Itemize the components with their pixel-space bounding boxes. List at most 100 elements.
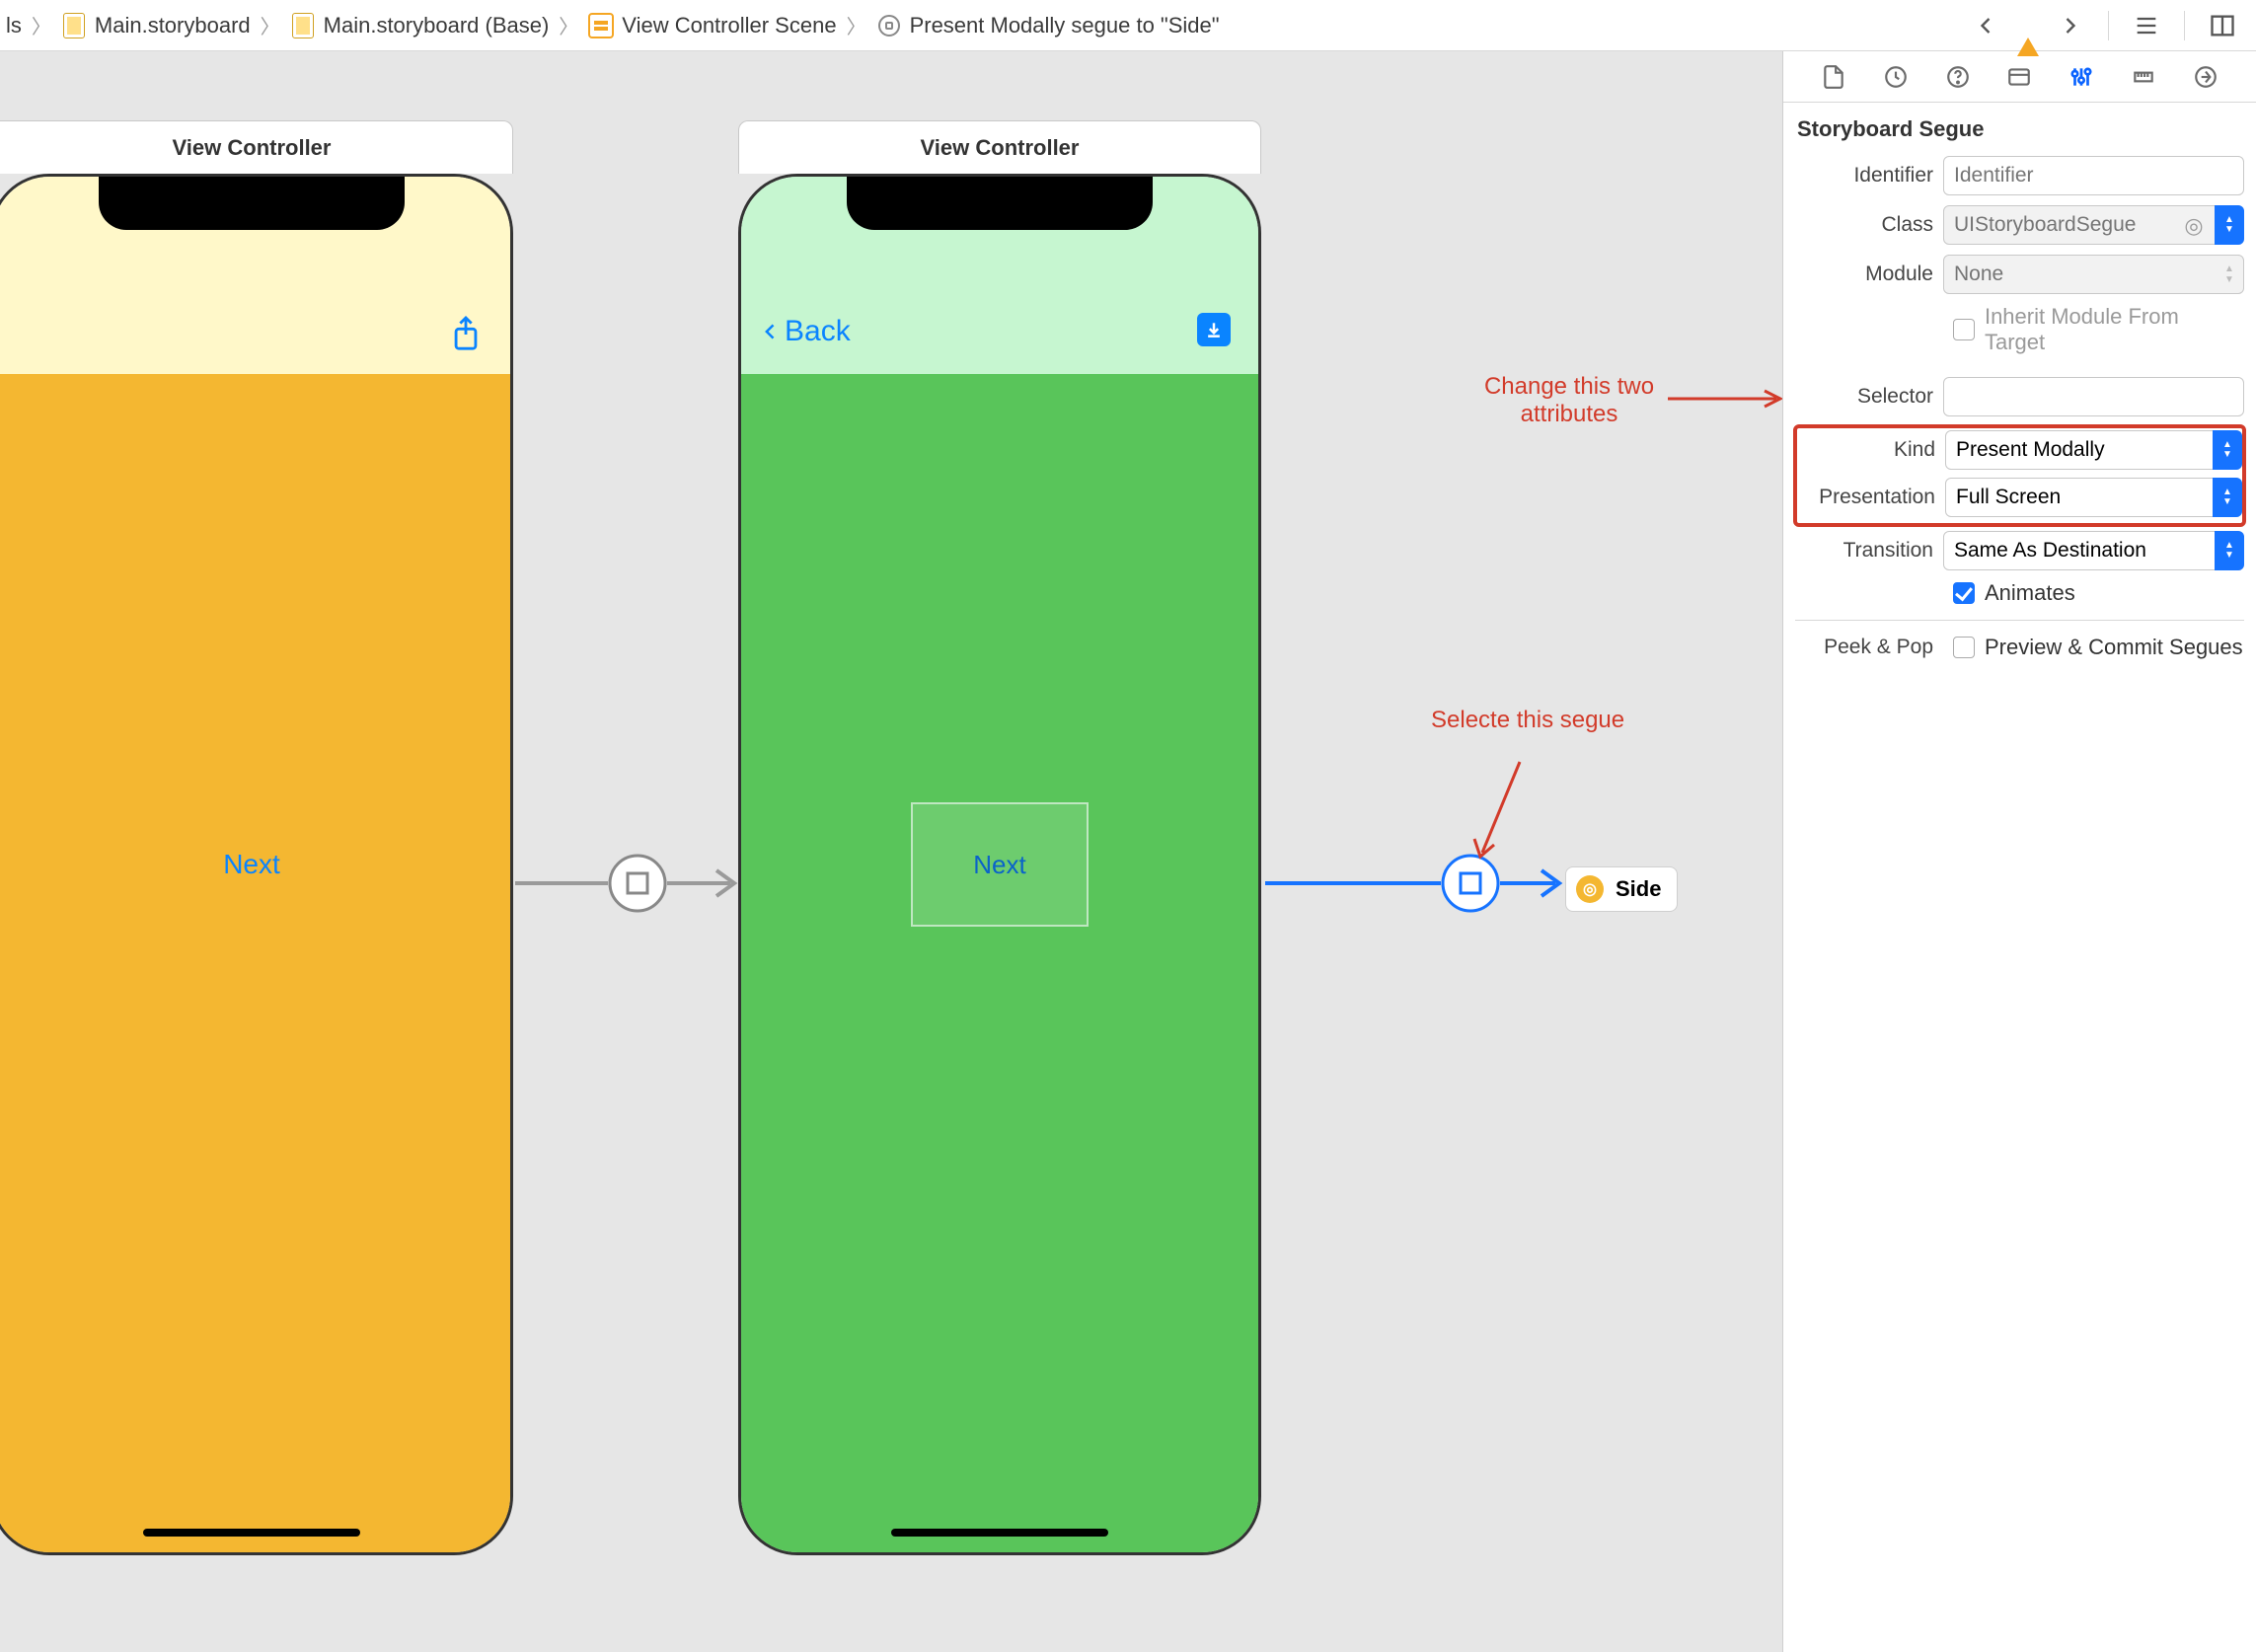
view-body [741,374,1258,1552]
animates-row: Animates [1795,580,2244,606]
animates-label: Animates [1985,580,2075,606]
history-inspector-tab[interactable] [1878,59,1914,95]
device-notch [847,177,1153,230]
selector-label: Selector [1795,385,1943,409]
kind-row: Kind Present Modally [1797,430,2242,470]
scene-view-controller-2[interactable]: View Controller Back [738,120,1261,1555]
inherit-module-row: Inherit Module From Target [1795,304,2244,355]
section-title: Storyboard Segue [1795,111,2244,156]
back-button-label: Back [785,315,851,348]
identifier-input[interactable] [1943,156,2244,195]
chevron-right-icon [845,11,868,39]
presentation-row: Presentation Full Screen [1797,478,2242,517]
presentation-select[interactable]: Full Screen [1945,478,2242,517]
toolbar-right-group [1944,8,2256,43]
inherit-module-label: Inherit Module From Target [1985,304,2244,355]
breadcrumb-label: Present Modally segue to "Side" [910,13,1220,38]
class-label: Class [1795,213,1943,237]
inspector-panel: Storyboard Segue Identifier Class ◎ Modu… [1782,51,2256,1652]
transition-row: Transition Same As Destination [1795,531,2244,570]
nav-forward-button[interactable] [2053,8,2088,43]
inspector-body: Storyboard Segue Identifier Class ◎ Modu… [1783,103,2256,1652]
breadcrumb-item[interactable]: Main.storyboard (Base) [288,9,552,42]
download-icon[interactable] [1197,313,1231,346]
file-inspector-tab[interactable] [1816,59,1851,95]
storyboard-file-icon [61,13,87,38]
warning-icon[interactable] [2017,13,2039,38]
chevron-right-icon [30,11,53,39]
back-button[interactable]: Back [761,315,851,348]
storyboard-ref-icon: ◎ [1576,875,1604,903]
size-inspector-tab[interactable] [2126,59,2161,95]
breadcrumb-label: Main.storyboard [95,13,251,38]
identity-inspector-tab[interactable] [2001,59,2037,95]
kind-select[interactable]: Present Modally [1945,430,2242,470]
storyboard-reference-side[interactable]: ◎ Side [1565,866,1678,912]
assistant-editor-button[interactable] [2205,8,2240,43]
chevron-right-icon [259,11,282,39]
device-frame: Next [0,174,513,1555]
scene-title-bar[interactable]: View Controller [738,120,1261,174]
annotation-text: Selecte this segue [1431,707,1624,734]
divider [2184,11,2185,40]
inspector-tab-bar [1783,51,2256,103]
storyboard-ref-label: Side [1616,876,1661,902]
scene-title-label: View Controller [173,135,332,161]
annotation-line: Change this two [1470,373,1668,401]
presentation-label: Presentation [1797,486,1945,509]
module-label: Module [1795,263,1943,286]
inherit-module-checkbox[interactable] [1953,319,1975,340]
breadcrumb-label: ls [6,13,22,38]
animates-checkbox[interactable] [1953,582,1975,604]
annotation-text: Change this two attributes [1470,373,1668,428]
help-inspector-tab[interactable] [1940,59,1976,95]
top-toolbar: ls Main.storyboard Main.storyboard (Base… [0,0,2256,51]
breadcrumb-item[interactable]: View Controller Scene [586,9,838,42]
nav-back-button[interactable] [1968,8,2003,43]
segue-icon [876,13,902,38]
next-button[interactable]: Next [223,849,280,880]
class-navigate-icon[interactable]: ◎ [2179,213,2209,239]
peek-pop-label: Peek & Pop [1795,636,1943,659]
container-view[interactable]: Next [911,802,1089,927]
scene-icon [588,13,614,38]
breadcrumb-item[interactable]: Present Modally segue to "Side" [874,9,1222,42]
connections-inspector-tab[interactable] [2188,59,2223,95]
home-indicator [891,1529,1108,1537]
peek-pop-row: Peek & Pop Preview & Commit Segues [1795,635,2244,660]
transition-select[interactable]: Same As Destination [1943,531,2244,570]
kind-label: Kind [1797,438,1945,462]
identifier-row: Identifier [1795,156,2244,195]
peek-pop-checkbox-label: Preview & Commit Segues [1985,635,2243,660]
identifier-label: Identifier [1795,164,1943,188]
home-indicator [143,1529,360,1537]
selector-input[interactable] [1943,377,2244,416]
chevron-right-icon [557,11,580,39]
next-button[interactable]: Next [973,850,1025,880]
storyboard-file-icon [290,13,316,38]
device-notch [99,177,405,230]
breadcrumb-item[interactable]: Main.storyboard [59,9,253,42]
peek-pop-checkbox[interactable] [1953,637,1975,658]
breadcrumb-label: View Controller Scene [622,13,836,38]
breadcrumb: ls Main.storyboard Main.storyboard (Base… [0,9,1944,42]
divider [2108,11,2109,40]
selector-row: Selector [1795,377,2244,416]
outline-toggle-button[interactable] [2129,8,2164,43]
attributes-inspector-tab[interactable] [2064,59,2099,95]
storyboard-canvas[interactable]: View Controller Next [0,51,1782,1652]
scene-title-label: View Controller [921,135,1080,161]
scene-title-bar[interactable]: View Controller [0,120,513,174]
breadcrumb-label: Main.storyboard (Base) [324,13,550,38]
breadcrumb-item[interactable]: ls [4,9,24,42]
share-icon[interactable] [449,315,483,359]
module-select[interactable] [1943,255,2244,294]
class-row: Class ◎ [1795,205,2244,245]
divider [1795,620,2244,621]
module-row: Module ▲▼ [1795,255,2244,294]
annotation-line: Selecte this segue [1431,707,1624,733]
dropdown-arrows-icon: ▲▼ [2215,255,2244,294]
scene-view-controller-1[interactable]: View Controller Next [0,120,513,1555]
transition-label: Transition [1795,539,1943,563]
device-frame: Back Next [738,174,1261,1555]
